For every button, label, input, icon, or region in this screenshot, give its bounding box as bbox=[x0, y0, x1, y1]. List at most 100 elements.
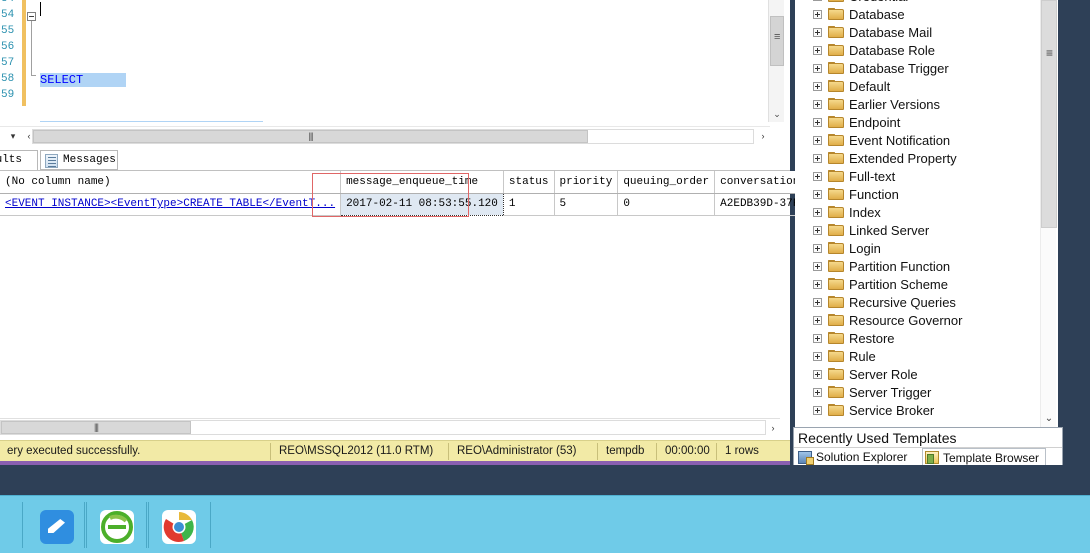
folder-icon bbox=[828, 44, 844, 57]
expand-plus-icon[interactable] bbox=[813, 244, 822, 253]
tab-messages[interactable]: Messages bbox=[40, 150, 118, 170]
expand-plus-icon[interactable] bbox=[813, 46, 822, 55]
scroll-right-arrow-icon[interactable]: › bbox=[756, 129, 770, 143]
object-explorer-vertical-scrollbar[interactable]: ⌄ bbox=[1040, 0, 1057, 428]
split-dropdown-icon[interactable]: ▾ bbox=[6, 129, 20, 143]
collapse-minus-icon[interactable] bbox=[27, 12, 36, 21]
expand-plus-icon[interactable] bbox=[813, 226, 822, 235]
oe-item-login[interactable]: Login bbox=[795, 240, 1060, 258]
oe-item-service-broker[interactable]: Service Broker bbox=[795, 402, 1060, 420]
scrollbar-thumb[interactable] bbox=[33, 130, 588, 143]
editor-code-area[interactable]: SELECT CAST([message_body] AS XML) ,mess… bbox=[40, 0, 770, 122]
oe-item-function[interactable]: Function bbox=[795, 186, 1060, 204]
cell-queuing-order[interactable]: 0 bbox=[617, 193, 716, 216]
scrollbar-thumb[interactable] bbox=[1, 421, 191, 434]
expand-plus-icon[interactable] bbox=[813, 298, 822, 307]
scrollbar-track[interactable] bbox=[32, 129, 754, 144]
column-header[interactable]: queuing_order bbox=[617, 171, 716, 194]
expand-plus-icon[interactable] bbox=[813, 28, 822, 37]
column-header[interactable]: status bbox=[503, 171, 555, 194]
oe-item-label: Event Notification bbox=[849, 133, 951, 148]
oe-item-partition-function[interactable]: Partition Function bbox=[795, 258, 1060, 276]
expand-plus-icon[interactable] bbox=[813, 172, 822, 181]
oe-item-database-trigger[interactable]: Database Trigger bbox=[795, 60, 1060, 78]
status-divider bbox=[597, 443, 598, 460]
token-as: AS bbox=[205, 121, 235, 122]
expand-plus-icon[interactable] bbox=[813, 208, 822, 217]
scrollbar-track[interactable] bbox=[0, 420, 766, 435]
xml-link[interactable]: <EVENT INSTANCE><EventType>CREATE TABLE<… bbox=[5, 198, 335, 210]
folder-icon bbox=[828, 80, 844, 93]
scrollbar-thumb[interactable] bbox=[1041, 0, 1057, 228]
oe-item-label: Linked Server bbox=[849, 223, 930, 238]
cell-xml[interactable]: <EVENT INSTANCE><EventType>CREATE TABLE<… bbox=[0, 193, 342, 216]
oe-item-extended-property[interactable]: Extended Property bbox=[795, 150, 1060, 168]
oe-item-label: Server Trigger bbox=[849, 385, 932, 400]
scroll-down-arrow-icon[interactable]: ⌄ bbox=[770, 107, 784, 122]
expand-plus-icon[interactable] bbox=[813, 388, 822, 397]
line-number: 57 bbox=[1, 57, 15, 69]
object-explorer-tree[interactable]: CredentialDatabaseDatabase MailDatabase … bbox=[795, 0, 1060, 428]
scrollbar-thumb[interactable] bbox=[770, 16, 784, 66]
expand-plus-icon[interactable] bbox=[813, 280, 822, 289]
expand-plus-icon[interactable] bbox=[813, 406, 822, 415]
expand-plus-icon[interactable] bbox=[813, 262, 822, 271]
cell-message-enqueue-time[interactable]: 2017-02-11 08:53:55.120 bbox=[340, 192, 504, 216]
expand-plus-icon[interactable] bbox=[813, 334, 822, 343]
expand-plus-icon[interactable] bbox=[813, 100, 822, 109]
tab-results[interactable]: sults bbox=[0, 150, 38, 170]
results-grid[interactable]: (No column name) message_enqueue_time st… bbox=[0, 170, 832, 418]
expand-plus-icon[interactable] bbox=[813, 82, 822, 91]
oe-item-partition-scheme[interactable]: Partition Scheme bbox=[795, 276, 1060, 294]
expand-plus-icon[interactable] bbox=[813, 154, 822, 163]
editor-fold-column[interactable] bbox=[26, 0, 40, 122]
editor-line-number-gutter: 54 54 55 56 57 58 59 bbox=[0, 0, 22, 122]
oe-item-rule[interactable]: Rule bbox=[795, 348, 1060, 366]
expand-plus-icon[interactable] bbox=[813, 136, 822, 145]
taskbar-app-browser[interactable] bbox=[100, 510, 134, 544]
oe-item-index[interactable]: Index bbox=[795, 204, 1060, 222]
scroll-right-arrow-icon[interactable]: › bbox=[766, 421, 780, 435]
oe-item-resource-governor[interactable]: Resource Governor bbox=[795, 312, 1060, 330]
oe-item-restore[interactable]: Restore bbox=[795, 330, 1060, 348]
expand-plus-icon[interactable] bbox=[813, 370, 822, 379]
expand-plus-icon[interactable] bbox=[813, 352, 822, 361]
expand-plus-icon[interactable] bbox=[813, 118, 822, 127]
panel-title: Recently Used Templates bbox=[794, 428, 1062, 448]
cell-status[interactable]: 1 bbox=[503, 193, 555, 216]
expand-plus-icon[interactable] bbox=[813, 0, 822, 1]
expand-plus-icon[interactable] bbox=[813, 316, 822, 325]
taskbar-app-chrome[interactable] bbox=[162, 510, 196, 544]
oe-item-database[interactable]: Database bbox=[795, 6, 1060, 24]
oe-item-server-role[interactable]: Server Role bbox=[795, 366, 1060, 384]
sql-editor[interactable]: 54 54 55 56 57 58 59 SELECT CAST([messag… bbox=[0, 0, 790, 122]
table-row[interactable]: <EVENT INSTANCE><EventType>CREATE TABLE<… bbox=[0, 192, 832, 216]
expand-plus-icon[interactable] bbox=[813, 64, 822, 73]
oe-item-event-notification[interactable]: Event Notification bbox=[795, 132, 1060, 150]
column-header[interactable]: message_enqueue_time bbox=[340, 171, 504, 194]
expand-plus-icon[interactable] bbox=[813, 190, 822, 199]
taskbar-divider bbox=[84, 502, 85, 548]
oe-item-server-trigger[interactable]: Server Trigger bbox=[795, 384, 1060, 402]
folder-icon bbox=[828, 242, 844, 255]
oe-item-database-mail[interactable]: Database Mail bbox=[795, 24, 1060, 42]
results-horizontal-scrollbar[interactable]: › bbox=[0, 418, 780, 436]
oe-item-database-role[interactable]: Database Role bbox=[795, 42, 1060, 60]
scroll-down-arrow-icon[interactable]: ⌄ bbox=[1041, 410, 1057, 428]
editor-horizontal-scrollbar[interactable]: ▾ ‹ › bbox=[0, 126, 770, 144]
tab-solution-explorer[interactable]: Solution Explorer bbox=[796, 449, 913, 466]
column-header[interactable]: (No column name) bbox=[0, 171, 342, 194]
oe-item-default[interactable]: Default bbox=[795, 78, 1060, 96]
oe-item-linked-server[interactable]: Linked Server bbox=[795, 222, 1060, 240]
cell-priority[interactable]: 5 bbox=[554, 193, 619, 216]
column-header[interactable]: priority bbox=[554, 171, 619, 194]
expand-plus-icon[interactable] bbox=[813, 10, 822, 19]
editor-vertical-scrollbar[interactable]: ⌄ bbox=[768, 0, 784, 122]
oe-item-earlier-versions[interactable]: Earlier Versions bbox=[795, 96, 1060, 114]
oe-item-full-text[interactable]: Full-text bbox=[795, 168, 1060, 186]
taskbar-app-editor[interactable] bbox=[40, 510, 74, 544]
oe-item-recursive-queries[interactable]: Recursive Queries bbox=[795, 294, 1060, 312]
folder-icon bbox=[828, 224, 844, 237]
oe-item-endpoint[interactable]: Endpoint bbox=[795, 114, 1060, 132]
taskbar[interactable]: ▲ ✚ ❖ ❏ Q Q ◉ ▣ ◀ 英 S 16:57 2017/2/11 bbox=[0, 495, 1090, 553]
